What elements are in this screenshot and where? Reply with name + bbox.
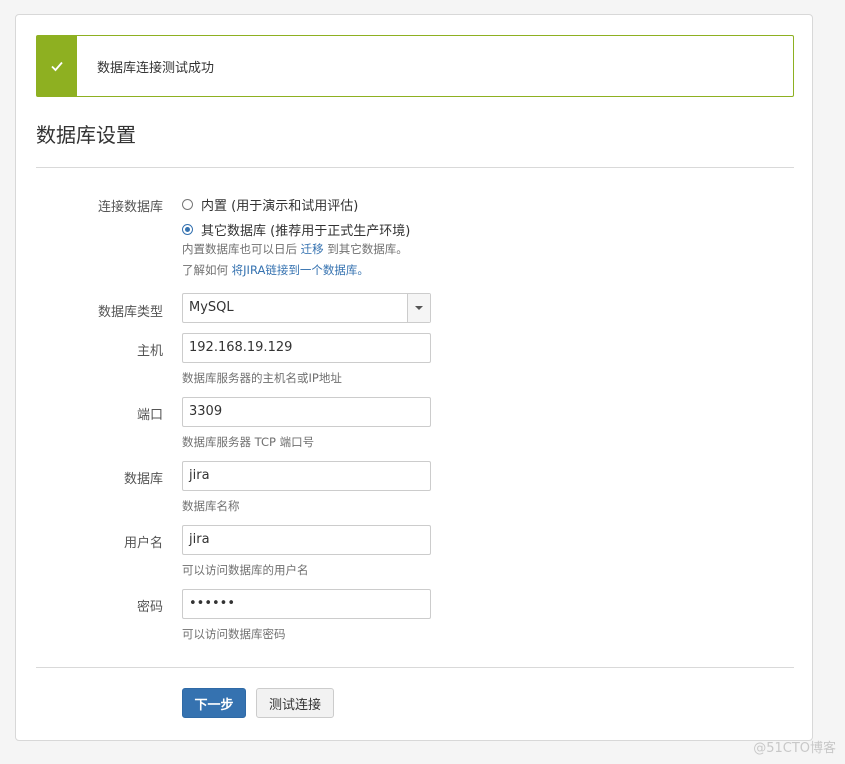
connect-db-label: 连接数据库	[97, 200, 163, 215]
db-type-select[interactable]: MySQL	[182, 293, 431, 323]
radio-other[interactable]	[182, 224, 193, 235]
radio-other-row[interactable]: 其它数据库 (推荐用于正式生产环境)	[182, 220, 410, 239]
checkmark-icon	[51, 61, 63, 72]
password-input[interactable]: ••••••	[182, 589, 431, 619]
migrate-link[interactable]: 迁移	[301, 242, 324, 256]
watermark-text: @51CTO博客	[753, 741, 836, 756]
host-help: 数据库服务器的主机名或IP地址	[182, 371, 342, 385]
database-input[interactable]: jira	[182, 461, 431, 491]
username-label: 用户名	[123, 536, 163, 551]
radio-other-label[interactable]: 其它数据库 (推荐用于正式生产环境)	[201, 220, 410, 239]
alert-icon-box	[37, 36, 77, 96]
help1-suffix: 到其它数据库。	[323, 242, 408, 256]
form-footer-divider	[36, 667, 794, 668]
db-type-value: MySQL	[189, 300, 234, 315]
host-input[interactable]: 192.168.19.129	[182, 333, 431, 363]
database-label: 数据库	[123, 472, 163, 487]
database-setup-panel: 数据库连接测试成功 数据库设置 连接数据库 内置 (用于演示和试用评估) 其它数…	[15, 14, 813, 741]
help2-prefix: 了解如何	[182, 263, 232, 277]
learn-how-help: 了解如何 将JIRA链接到一个数据库。	[182, 262, 369, 278]
chevron-down-icon	[415, 306, 423, 310]
help1-prefix: 内置数据库也可以日后	[182, 242, 301, 256]
next-button[interactable]: 下一步	[182, 688, 246, 718]
db-type-label: 数据库类型	[97, 305, 163, 320]
host-label: 主机	[136, 344, 163, 359]
radio-builtin-row[interactable]: 内置 (用于演示和试用评估)	[182, 195, 358, 214]
success-alert: 数据库连接测试成功	[36, 35, 794, 97]
password-label: 密码	[136, 600, 163, 615]
port-help: 数据库服务器 TCP 端口号	[182, 435, 315, 449]
alert-message: 数据库连接测试成功	[97, 60, 215, 76]
port-input[interactable]: 3309	[182, 397, 431, 427]
page-title: 数据库设置	[36, 123, 136, 147]
test-connection-button[interactable]: 测试连接	[256, 688, 334, 718]
username-input[interactable]: jira	[182, 525, 431, 555]
database-help: 数据库名称	[182, 499, 240, 513]
port-label: 端口	[136, 408, 163, 423]
select-dropdown-button[interactable]	[407, 294, 430, 322]
username-help: 可以访问数据库的用户名	[182, 563, 309, 577]
title-divider	[36, 167, 794, 168]
builtin-migrate-help: 内置数据库也可以日后 迁移 到其它数据库。	[182, 241, 408, 257]
connect-jira-db-link[interactable]: 将JIRA链接到一个数据库。	[232, 263, 369, 277]
radio-builtin[interactable]	[182, 199, 193, 210]
radio-builtin-label[interactable]: 内置 (用于演示和试用评估)	[201, 195, 358, 214]
password-help: 可以访问数据库密码	[182, 627, 286, 641]
